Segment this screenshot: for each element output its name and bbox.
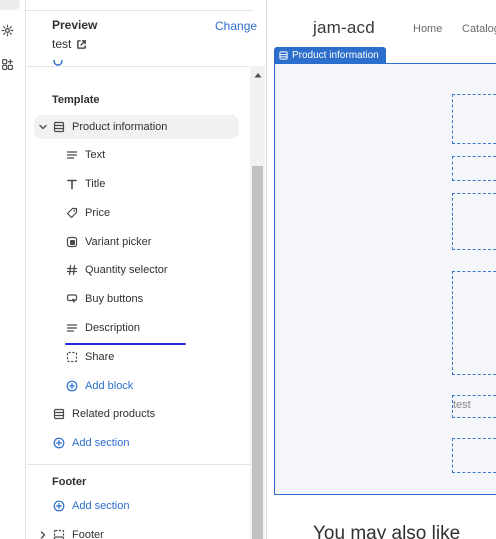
preview-label: Preview (52, 18, 98, 32)
plus-circle-icon (52, 436, 66, 450)
share-dashed-icon (65, 350, 79, 364)
external-link-icon (77, 39, 87, 49)
text-lines-icon (65, 321, 79, 335)
preview-divider (27, 66, 250, 67)
partial-scrolled-icon (53, 60, 63, 66)
text-lines-icon (65, 148, 79, 162)
cursor-button-icon (65, 292, 79, 306)
block-variant-picker[interactable]: Variant picker (65, 230, 235, 254)
section-footer[interactable]: Footer (52, 523, 237, 539)
add-block-label: Add block (85, 380, 134, 392)
price-tag-icon (65, 206, 79, 220)
section-layout-icon (52, 407, 66, 421)
block-title[interactable]: Title (65, 172, 235, 196)
product-information-section-frame[interactable] (274, 63, 496, 495)
variant-picker-icon (65, 235, 79, 249)
block-buy-buttons[interactable]: Buy buttons (65, 287, 235, 311)
add-section-footer-button[interactable]: Add section (52, 494, 237, 518)
scroll-up-arrow-icon[interactable] (250, 66, 265, 83)
description-block-text: test (453, 399, 471, 411)
change-theme-link[interactable]: Change (215, 19, 257, 33)
block-label: Description (85, 322, 141, 334)
nav-link-home[interactable]: Home (413, 23, 442, 35)
chevron-down-icon[interactable] (38, 122, 48, 132)
store-title[interactable]: jam-acd (313, 18, 375, 38)
block-label: Quantity selector (85, 264, 168, 276)
block-share[interactable]: Share (65, 345, 235, 369)
block-label: Title (85, 178, 106, 190)
section-tag-label: Product information (292, 49, 379, 61)
add-block-button[interactable]: Add block (65, 374, 235, 398)
section-product-information[interactable]: Product information (34, 115, 239, 139)
preview-theme-name: test (52, 37, 72, 51)
sidebar-scrollbar-thumb[interactable] (252, 166, 263, 539)
hash-icon (65, 263, 79, 277)
block-outline-share[interactable] (452, 438, 496, 473)
block-text[interactable]: Text (65, 143, 235, 167)
section-label: Related products (72, 408, 156, 420)
block-outline-variant-picker[interactable] (452, 193, 496, 250)
section-layout-icon (52, 120, 66, 134)
block-label: Variant picker (85, 236, 152, 248)
footer-divider (27, 464, 250, 465)
chevron-right-icon[interactable] (38, 530, 48, 539)
section-label: Product information (72, 121, 168, 133)
footer-heading: Footer (52, 476, 87, 488)
block-label: Share (85, 351, 115, 363)
plus-circle-icon (65, 379, 79, 393)
storefront-preview: jam-acd Home Catalog Product information… (266, 0, 496, 539)
block-label: Price (85, 207, 111, 219)
block-outline-title[interactable] (452, 94, 496, 144)
block-outline-price[interactable] (452, 156, 496, 181)
preview-theme[interactable]: test (52, 37, 87, 51)
block-price[interactable]: Price (65, 201, 235, 225)
add-section-template-button[interactable]: Add section (52, 431, 237, 455)
section-label: Footer (72, 529, 104, 539)
block-label: Buy buttons (85, 293, 144, 305)
section-related-products[interactable]: Related products (52, 402, 237, 426)
add-section-label: Add section (72, 437, 130, 449)
section-layout-icon (279, 50, 288, 60)
selected-section-tag[interactable]: Product information (274, 47, 386, 63)
title-t-icon (65, 177, 79, 191)
related-products-heading: You may also like (313, 523, 461, 539)
template-heading: Template (52, 94, 100, 106)
plus-circle-icon (52, 499, 66, 513)
block-outline-buy-buttons[interactable] (452, 271, 496, 375)
sidebar: Preview Change test Template Product inf… (0, 0, 266, 539)
footer-section-icon (52, 528, 66, 539)
block-description[interactable]: Description (65, 316, 235, 340)
block-quantity-selector[interactable]: Quantity selector (65, 258, 235, 282)
nav-link-catalog[interactable]: Catalog (462, 23, 496, 35)
header-divider (24, 10, 253, 11)
add-section-label: Add section (72, 500, 130, 512)
block-label: Text (85, 149, 106, 161)
